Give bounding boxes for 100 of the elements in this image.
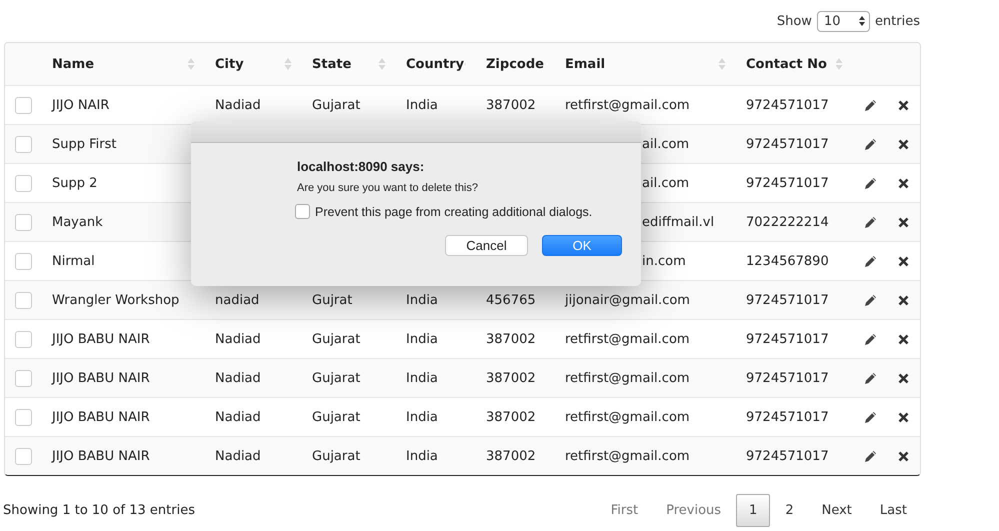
- row-checkbox[interactable]: [15, 370, 32, 386]
- table-cell: 1234567890: [746, 254, 829, 268]
- table-cell: JIJO BABU NAIR: [52, 448, 150, 464]
- table-cell: Supp First: [52, 136, 116, 152]
- table-cell: jijonair@gmail.com: [565, 292, 690, 308]
- table-cell: Wrangler Workshop: [52, 292, 180, 308]
- table-cell: Gujarat: [312, 448, 360, 464]
- delete-icon[interactable]: [898, 178, 909, 188]
- row-checkbox[interactable]: [15, 174, 32, 192]
- table-cell: India: [406, 98, 438, 112]
- column-header[interactable]: Name: [52, 56, 94, 72]
- table-cell: Nadiad: [215, 332, 261, 346]
- delete-icon[interactable]: [898, 334, 909, 344]
- table-cell: Nadiad: [215, 410, 261, 424]
- entries-label: entries: [874, 14, 920, 28]
- table-cell: 9724571017: [746, 410, 829, 424]
- delete-icon[interactable]: [898, 412, 909, 422]
- table-cell: JIJO NAIR: [52, 98, 110, 112]
- pencil-icon[interactable]: [864, 254, 876, 268]
- table-cell: Gujarat: [312, 332, 360, 346]
- table-cell: 9724571017: [746, 292, 829, 308]
- table-cell: retfirst@gmail.com: [565, 448, 690, 464]
- table-cell: Nirmal: [52, 254, 95, 268]
- table-cell: India: [406, 332, 438, 346]
- row-checkbox[interactable]: [15, 136, 32, 152]
- table-cell: 456765: [486, 292, 536, 308]
- row-checkbox[interactable]: [15, 448, 32, 464]
- page-button[interactable]: Next: [808, 494, 865, 527]
- show-label: Show: [776, 14, 812, 28]
- table-cell: ediffmail.vl: [642, 214, 714, 230]
- table-cell: 387002: [486, 98, 536, 112]
- row-checkbox[interactable]: [15, 408, 32, 426]
- pencil-icon[interactable]: [864, 332, 876, 346]
- table-cell: retfirst@gmail.com: [565, 332, 690, 346]
- table-cell: Nadiad: [215, 448, 261, 464]
- page-button[interactable]: 1: [736, 494, 770, 527]
- pencil-icon[interactable]: [864, 138, 876, 150]
- table-cell: Nadiad: [215, 370, 261, 386]
- checkbox[interactable]: [295, 204, 310, 219]
- page-size-select[interactable]: 10: [816, 10, 870, 32]
- column-header[interactable]: Zipcode: [486, 56, 544, 72]
- dialog-message: Are you sure you want to delete this?: [297, 182, 479, 194]
- delete-icon[interactable]: [898, 138, 909, 150]
- delete-icon[interactable]: [898, 100, 909, 110]
- column-header[interactable]: Contact No: [746, 56, 827, 72]
- dialog-title: localhost:8090 says:: [297, 159, 426, 174]
- row-checkbox[interactable]: [15, 292, 32, 308]
- row-checkbox[interactable]: [15, 252, 32, 270]
- table-cell: India: [406, 410, 438, 424]
- row-checkbox[interactable]: [15, 214, 32, 230]
- table-cell: Gujarat: [312, 370, 360, 386]
- table-cell: Gujrat: [312, 292, 352, 308]
- spinner-arrows-icon[interactable]: [858, 15, 866, 27]
- table-cell: retfirst@gmail.com: [565, 410, 690, 424]
- pencil-icon[interactable]: [864, 410, 876, 424]
- column-header[interactable]: State: [312, 56, 352, 72]
- row-checkbox[interactable]: [15, 330, 32, 348]
- page-button[interactable]: 2: [772, 494, 807, 527]
- pencil-icon[interactable]: [864, 98, 876, 112]
- delete-icon[interactable]: [898, 216, 909, 228]
- delete-icon[interactable]: [898, 372, 909, 384]
- table-cell: 9724571017: [746, 448, 829, 464]
- table-cell: in.com: [642, 254, 686, 268]
- table-cell: nadiad: [215, 292, 260, 308]
- pencil-icon[interactable]: [864, 216, 876, 228]
- table-cell: India: [406, 448, 438, 464]
- checkbox-label[interactable]: Prevent this page from creating additional dialogs.: [315, 204, 592, 218]
- page-button[interactable]: Last: [866, 494, 920, 527]
- table-cell: 387002: [486, 332, 536, 346]
- row-checkbox[interactable]: [15, 96, 32, 114]
- table-cell: Gujarat: [312, 410, 360, 424]
- table-cell: JIJO BABU NAIR: [52, 410, 150, 424]
- table-cell: Supp 2: [52, 176, 98, 190]
- pencil-icon[interactable]: [864, 372, 876, 384]
- table-cell: 9724571017: [746, 136, 829, 152]
- column-header[interactable]: City: [215, 56, 244, 72]
- table-cell: ail.com: [642, 176, 690, 190]
- table-cell: India: [406, 370, 438, 386]
- table-cell: 7022222214: [746, 214, 829, 230]
- entries-info: Showing 1 to 10 of 13 entries: [3, 503, 195, 518]
- table-cell: Gujarat: [312, 98, 360, 112]
- table-cell: retfirst@gmail.com: [565, 370, 690, 386]
- column-header[interactable]: Country: [406, 56, 464, 72]
- table-cell: 387002: [486, 370, 536, 386]
- table-cell: 9724571017: [746, 176, 829, 190]
- table-cell: JIJO BABU NAIR: [52, 332, 150, 346]
- column-header[interactable]: Email: [565, 56, 606, 72]
- cancel-button[interactable]: Cancel: [445, 235, 528, 256]
- table-cell: JIJO BABU NAIR: [52, 370, 150, 386]
- delete-icon[interactable]: [898, 256, 909, 266]
- table-cell: Mayank: [52, 214, 103, 230]
- pencil-icon[interactable]: [864, 450, 876, 462]
- table-cell: Nadiad: [215, 98, 261, 112]
- pencil-icon[interactable]: [864, 294, 876, 306]
- table-cell: retfirst@gmail.com: [565, 98, 690, 112]
- table-cell: 9724571017: [746, 98, 829, 112]
- delete-icon[interactable]: [898, 294, 909, 306]
- table-cell: 387002: [486, 448, 536, 464]
- delete-icon[interactable]: [898, 450, 909, 462]
- pencil-icon[interactable]: [864, 176, 876, 190]
